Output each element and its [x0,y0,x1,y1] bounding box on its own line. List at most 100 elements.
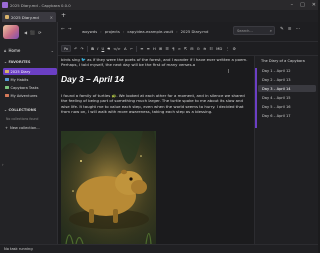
chevron-down-icon[interactable]: ⌄ [51,48,54,53]
table-icon[interactable]: ⊞ [159,46,162,51]
list-icon[interactable]: ≡ [147,46,150,51]
italic-icon[interactable]: I [97,46,98,51]
outline-item-day-1[interactable]: Day 1 – April 12 [258,67,316,74]
search-icon: ⌕ [269,28,272,33]
window-controls: – □ ✕ [291,0,316,10]
breadcrumb-separator: › [100,28,102,34]
link-icon[interactable]: ∞ [178,46,181,51]
format-toolbar: Pa ↶ ↷ B I U S </> A ⌐ ≡ ≡ H ⊞ ☰ ¶ ∞ ⇱ ⊟… [58,42,318,56]
highlight-icon[interactable]: ⌐ [130,46,133,51]
minimize-icon[interactable]: – [291,2,294,8]
breadcrumb: woywds › projects › capyidea-example-vau… [82,26,208,36]
document-icon [5,15,9,19]
text-cursor-icon: I [228,69,230,75]
breadcrumb-item[interactable]: woywds [82,29,97,34]
outline-item-day-6[interactable]: Day 6 – April 17 [258,112,316,119]
align-icon[interactable]: ≡ [140,46,143,51]
menu-icon[interactable]: ≡ [288,27,292,32]
outline-item-day-4[interactable]: Day 4 – April 15 [258,94,316,101]
breadcrumb-item[interactable]: 2025 Diary.md [181,29,209,34]
markdown-icon[interactable]: MD [216,46,222,51]
window-title: 2025 Diary.md - Capybara 0.0.0 [10,2,71,8]
editor[interactable]: birds sing 🐦 as if they were the poets o… [58,56,254,244]
sidebar-item-my-habits[interactable]: My Habits [3,76,57,83]
edit-icon[interactable]: ✎ [280,27,284,32]
tab-close-icon[interactable]: × [50,15,53,20]
close-window-icon[interactable]: ✕ [312,2,316,8]
paragraph[interactable]: birds sing 🐦 as if they were the poets o… [61,57,249,68]
target-icon[interactable]: ⊙ [197,46,200,51]
settings-icon[interactable]: ⚙ [233,46,236,51]
document-icon [5,93,9,98]
new-tab-button[interactable]: + [61,13,66,19]
tab-2025-diary[interactable]: 2025 Diary.md × [2,12,56,22]
forward-icon[interactable]: → [68,27,72,32]
outline-item-day-2[interactable]: Day 2 – April 13 [258,76,316,83]
paragraph-style-select[interactable]: Pa [61,45,71,52]
wave-icon[interactable]: ≋ [203,46,206,51]
embed-icon[interactable]: ⇱ [184,46,187,51]
checklist-icon[interactable]: ☰ [165,46,168,51]
text-color-icon[interactable]: A [124,46,127,51]
sidebar-item-label: Capybara Tasks [10,85,39,90]
document-icon [5,85,9,90]
top-bar: ← → woywds › projects › capyidea-example… [58,22,318,42]
heading-day-3[interactable]: Day 3 – April 14 [61,74,124,84]
sidebar-item-capybara-tasks[interactable]: Capybara Tasks [3,84,57,91]
toolbar-divider [86,45,88,52]
bold-icon[interactable]: B [91,46,94,51]
sync-icon[interactable]: ⟳ [38,30,41,35]
breadcrumb-item[interactable]: capyidea-example-vault [127,29,173,34]
status-text: No task running [4,247,33,251]
capybara-illustration [61,131,156,244]
sidebar-item-label: 2025 Diary [10,69,31,74]
topbar-actions: ✎ ≡ ⋯ [280,27,300,32]
chevron-down-icon[interactable]: ⌄ [4,60,7,64]
sidebar-item-2025-diary[interactable]: 2025 Diary [3,68,57,75]
sidebar-item-label: My Habits [10,77,29,82]
status-bar: No task running [0,244,318,253]
grid-icon[interactable]: ☷ [210,46,213,51]
sidebar-item-label: My Adventures [10,93,38,98]
chevron-down-icon[interactable]: ⌄ [4,108,7,112]
toolbar-divider [136,45,138,52]
app-logo-icon [2,2,8,8]
sidebar: ◀ ⬛ ⟳ ⌂ Home ⌄ ⌄ FAVORITES 2025 Diary My… [0,22,58,244]
redo-icon[interactable]: ↷ [81,46,84,51]
new-collection-button[interactable]: + New collection... [3,124,57,131]
code-icon[interactable]: </> [113,46,121,51]
collapse-sidebar-icon[interactable]: ◀ [24,30,27,35]
layout-icon[interactable]: ⬛ [30,30,35,35]
search-input[interactable]: Search... ⌕ [233,26,275,35]
home-icon: ⌂ [4,48,7,53]
more-icon[interactable]: ⋮ [226,46,230,51]
undo-icon[interactable]: ↶ [74,46,77,51]
document-icon [5,69,9,74]
nav-arrows: ← → [61,27,72,32]
maximize-icon[interactable]: □ [300,2,305,8]
breadcrumb-separator: › [122,28,125,34]
sidebar-item-home[interactable]: ⌂ Home ⌄ [4,47,56,54]
outline-item-day-3[interactable]: Day 3 – April 14 [258,85,316,92]
paragraph[interactable]: I found a family of turtles 🐢. We looked… [61,93,249,115]
outline-item-day-5[interactable]: Day 5 – April 16 [258,103,316,110]
avatar[interactable] [3,25,19,39]
capybara-image[interactable] [61,131,156,244]
collections-empty-text: No collections found [6,117,39,121]
outline-title[interactable]: The Diary of a Capybara [261,59,305,63]
heading-icon[interactable]: H [153,46,156,51]
underline-icon[interactable]: U [102,46,105,51]
expand-arrow-icon[interactable]: › [2,162,4,167]
tab-label: 2025 Diary.md [11,14,39,20]
strikethrough-icon[interactable]: S [107,46,109,51]
breadcrumb-separator: › [176,28,178,34]
block-icon[interactable]: ⊟ [190,46,193,51]
sidebar-item-label: Home [8,48,21,53]
sidebar-item-my-adventures[interactable]: My Adventures [3,92,57,99]
back-icon[interactable]: ← [61,27,65,32]
more-icon[interactable]: ⋯ [296,27,301,32]
paragraph-icon[interactable]: ¶ [172,46,174,51]
breadcrumb-item[interactable]: projects [105,29,120,34]
sidebar-item-label: New collection... [10,125,40,130]
title-bar: 2025 Diary.md - Capybara 0.0.0 – □ ✕ [0,0,318,10]
